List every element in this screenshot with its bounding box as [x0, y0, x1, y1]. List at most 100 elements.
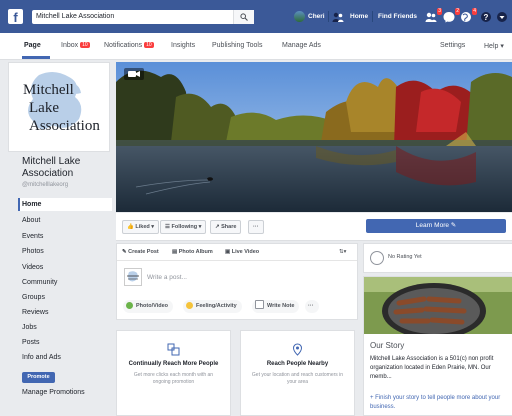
card-description: Get your location and reach customers in… — [251, 372, 344, 385]
liked-label: Liked ▾ — [135, 224, 155, 230]
share-label: Share — [221, 224, 237, 230]
search-icon — [240, 13, 248, 21]
nav-item-groups[interactable]: Groups — [22, 294, 45, 301]
feeling-activity-button[interactable]: Feeling/Activity — [183, 300, 242, 313]
tab-inbox-label: Inbox — [61, 42, 79, 49]
video-camera-icon[interactable] — [124, 68, 144, 80]
photo-video-label: Photo/Video — [136, 303, 168, 309]
following-button[interactable]: ☰ Following ▾ — [160, 220, 207, 234]
tab-publishing-tools[interactable]: Publishing Tools — [212, 42, 262, 49]
notifications-globe-icon[interactable]: 4 — [460, 8, 477, 23]
divider — [117, 260, 357, 261]
page-handle[interactable]: @mitchelllakeorg — [22, 182, 68, 188]
tab-page[interactable]: Page — [24, 42, 41, 49]
card-title: Continually Reach More People — [128, 361, 219, 367]
friend-requests-icon[interactable] — [332, 11, 344, 23]
card-description: Get more clicks each month with an ongoi… — [133, 372, 214, 385]
photo-icon — [126, 302, 133, 309]
write-post-input[interactable]: Write a post... — [147, 274, 187, 281]
finish-story-link[interactable]: + Finish your story to tell people more … — [370, 394, 510, 412]
promo-card[interactable]: Reach People Nearby Get your location an… — [240, 330, 355, 416]
user-avatar[interactable] — [294, 11, 305, 22]
more-button[interactable]: ··· — [248, 220, 264, 234]
photo-album-tab[interactable]: ▤ Photo Album — [172, 249, 213, 255]
divider — [328, 11, 329, 22]
tab-insights[interactable]: Insights — [171, 42, 195, 49]
our-story-box[interactable]: Our Story Mitchell Lake Association is a… — [363, 276, 512, 416]
nav-item-reviews[interactable]: Reviews — [22, 309, 48, 316]
tab-inbox[interactable]: Inbox 10 — [61, 42, 90, 49]
logo-line-3: Association — [29, 118, 100, 134]
account-menu-icon[interactable] — [496, 11, 508, 23]
photo-video-button[interactable]: Photo/Video — [123, 300, 173, 313]
help-question-icon[interactable]: ? — [480, 11, 492, 23]
logo-line-1: Mitchell — [23, 82, 74, 98]
create-post-tab[interactable]: ✎ Create Post — [122, 249, 159, 255]
share-button[interactable]: ↗ Share — [210, 220, 242, 234]
smiley-icon — [186, 302, 193, 309]
our-story-heading: Our Story — [370, 341, 405, 350]
reach-more-icon — [167, 343, 180, 356]
more-options-button[interactable]: ··· — [305, 300, 319, 313]
manage-promotions-link[interactable]: Manage Promotions — [22, 389, 85, 396]
promo-card[interactable]: Continually Reach More People Get more c… — [116, 330, 231, 416]
nav-item-info-and-ads[interactable]: Info and Ads — [22, 354, 61, 361]
profile-link[interactable]: Cheri — [308, 13, 325, 20]
settings-link[interactable]: Settings — [440, 42, 465, 49]
page-title: Mitchell Lake Association — [22, 156, 81, 179]
friends-icon[interactable]: 3 — [425, 8, 442, 23]
post-composer: ✎ Create Post ▤ Photo Album ▣ Live Video… — [116, 243, 358, 320]
write-note-button[interactable]: Write Note — [252, 300, 300, 313]
composer-options-icon[interactable]: ⇅▾ — [339, 249, 346, 255]
story-image — [364, 277, 512, 334]
nav-item-photos[interactable]: Photos — [22, 248, 44, 255]
card-title: Reach People Nearby — [266, 361, 329, 367]
tab-notifications[interactable]: Notifications 10 — [104, 42, 154, 49]
tab-manage-ads[interactable]: Manage Ads — [282, 42, 321, 49]
search-value: Mitchell Lake Association — [36, 13, 115, 20]
notification-badge: 4 — [472, 8, 477, 15]
facebook-logo-icon[interactable]: f — [8, 9, 23, 25]
live-video-icon: ▣ — [225, 249, 232, 255]
note-icon — [255, 300, 264, 309]
find-friends-link[interactable]: Find Friends — [378, 13, 417, 20]
home-link[interactable]: Home — [350, 13, 368, 20]
nav-item-about[interactable]: About — [22, 217, 40, 224]
write-note-label: Write Note — [267, 303, 295, 309]
page-avatar-thumbnail — [124, 268, 142, 286]
location-pin-icon — [292, 343, 303, 356]
our-story-text: Mitchell Lake Association is a 501(c) no… — [370, 356, 494, 380]
learn-more-button[interactable]: Learn More ✎ — [366, 219, 506, 233]
nav-item-jobs[interactable]: Jobs — [22, 324, 37, 331]
logo-line-2: Lake — [29, 100, 59, 116]
page-admin-bar: Page Inbox 10 Notifications 10 Insights Pu… — [0, 33, 512, 60]
liked-button[interactable]: 👍 Liked ▾ — [122, 220, 160, 234]
rating-icon — [370, 251, 384, 265]
feeling-activity-label: Feeling/Activity — [196, 303, 237, 309]
search-input[interactable]: Mitchell Lake Association — [32, 10, 254, 24]
inbox-badge: 10 — [80, 42, 90, 48]
album-icon: ▤ — [172, 249, 179, 255]
rating-box[interactable]: No Rating Yet — [363, 243, 512, 273]
search-button[interactable] — [233, 10, 254, 24]
nav-item-videos[interactable]: Videos — [22, 264, 43, 271]
nav-item-events[interactable]: Events — [22, 233, 43, 240]
tab-notifications-label: Notifications — [104, 42, 143, 49]
divider — [372, 11, 373, 22]
profile-picture[interactable]: Mitchell Lake Association — [8, 62, 110, 152]
nav-item-community[interactable]: Community — [22, 279, 57, 286]
live-video-label: Live Video — [231, 249, 260, 255]
promote-button[interactable]: Promote — [22, 372, 55, 383]
messages-icon[interactable]: 2 — [443, 8, 460, 23]
cover-photo[interactable] — [116, 62, 512, 212]
notification-badge: 3 — [437, 8, 442, 15]
top-navigation-bar: f Mitchell Lake Association Cheri Home F… — [0, 0, 512, 33]
svg-text:?: ? — [484, 13, 489, 22]
help-menu[interactable]: Help ▾ — [484, 42, 504, 50]
live-video-tab[interactable]: ▣ Live Video — [225, 249, 259, 255]
create-post-label: Create Post — [128, 249, 159, 255]
photo-album-label: Photo Album — [178, 249, 213, 255]
nav-item-home[interactable]: Home — [22, 201, 41, 208]
nav-item-posts[interactable]: Posts — [22, 339, 40, 346]
following-label: Following ▾ — [171, 224, 202, 230]
